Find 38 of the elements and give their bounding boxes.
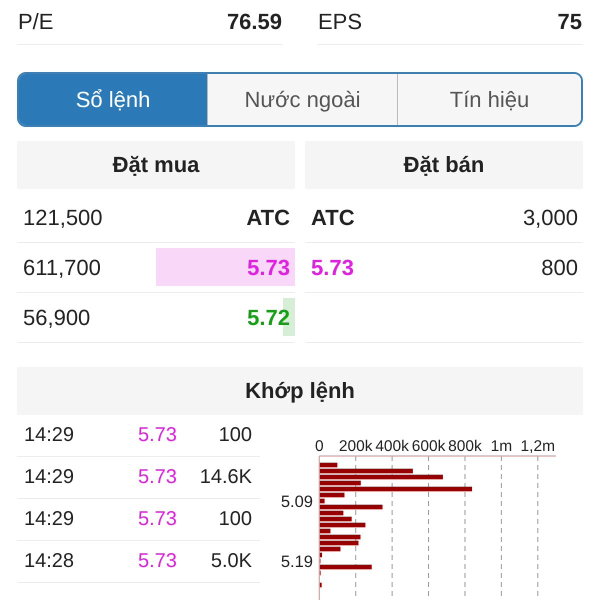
order-volume: 611,700 xyxy=(23,254,101,280)
axis-tick-label: 600k xyxy=(412,438,446,455)
trade-time: 14:29 xyxy=(23,466,76,489)
stat-label: P/E xyxy=(18,9,54,35)
order-volume: 121,500 xyxy=(23,204,103,230)
order-price: ATC xyxy=(246,204,290,230)
axis-tick-label: 200k xyxy=(338,438,373,455)
stat-value: 76.59 xyxy=(226,9,282,35)
section-header: Đặt mua xyxy=(17,141,295,189)
trade-price: 5.73 xyxy=(138,466,178,489)
axis-tick-label: 400k xyxy=(375,438,409,455)
order-price: 5.73 xyxy=(247,254,290,280)
order-volume: 3,000 xyxy=(522,204,578,230)
axis-tick-label: 5.19 xyxy=(280,553,313,571)
stat-label: EPS xyxy=(318,9,362,35)
axis-tick-label: 1m xyxy=(490,438,512,455)
axis-tick-label: 1,2m xyxy=(520,438,556,455)
order-price: 5.73 xyxy=(311,254,354,280)
order-price: ATC xyxy=(311,204,355,230)
section-header: Đặt bán xyxy=(305,141,583,189)
trade-volume: 5.0K xyxy=(210,550,253,573)
trade-volume: 14.6K xyxy=(200,466,253,489)
order-volume: 800 xyxy=(541,254,578,280)
trade-time: 14:29 xyxy=(23,424,76,447)
trade-price: 5.73 xyxy=(138,424,178,447)
trade-time: 14:28 xyxy=(23,550,76,573)
trade-price: 5.73 xyxy=(138,550,178,573)
stat-value: 75 xyxy=(558,9,582,35)
section-header: Khớp lệnh xyxy=(17,367,583,415)
axis-tick-label: 0 xyxy=(314,438,324,455)
trade-volume: 100 xyxy=(218,424,253,447)
order-price: 5.72 xyxy=(247,304,290,330)
trade-price: 5.73 xyxy=(138,508,178,531)
trade-volume: 100 xyxy=(218,508,253,531)
axis-tick-label: 5.09 xyxy=(280,493,313,511)
trade-time: 14:29 xyxy=(23,508,76,531)
order-volume: 56,900 xyxy=(23,304,90,330)
axis-tick-label: 800k xyxy=(448,438,482,455)
